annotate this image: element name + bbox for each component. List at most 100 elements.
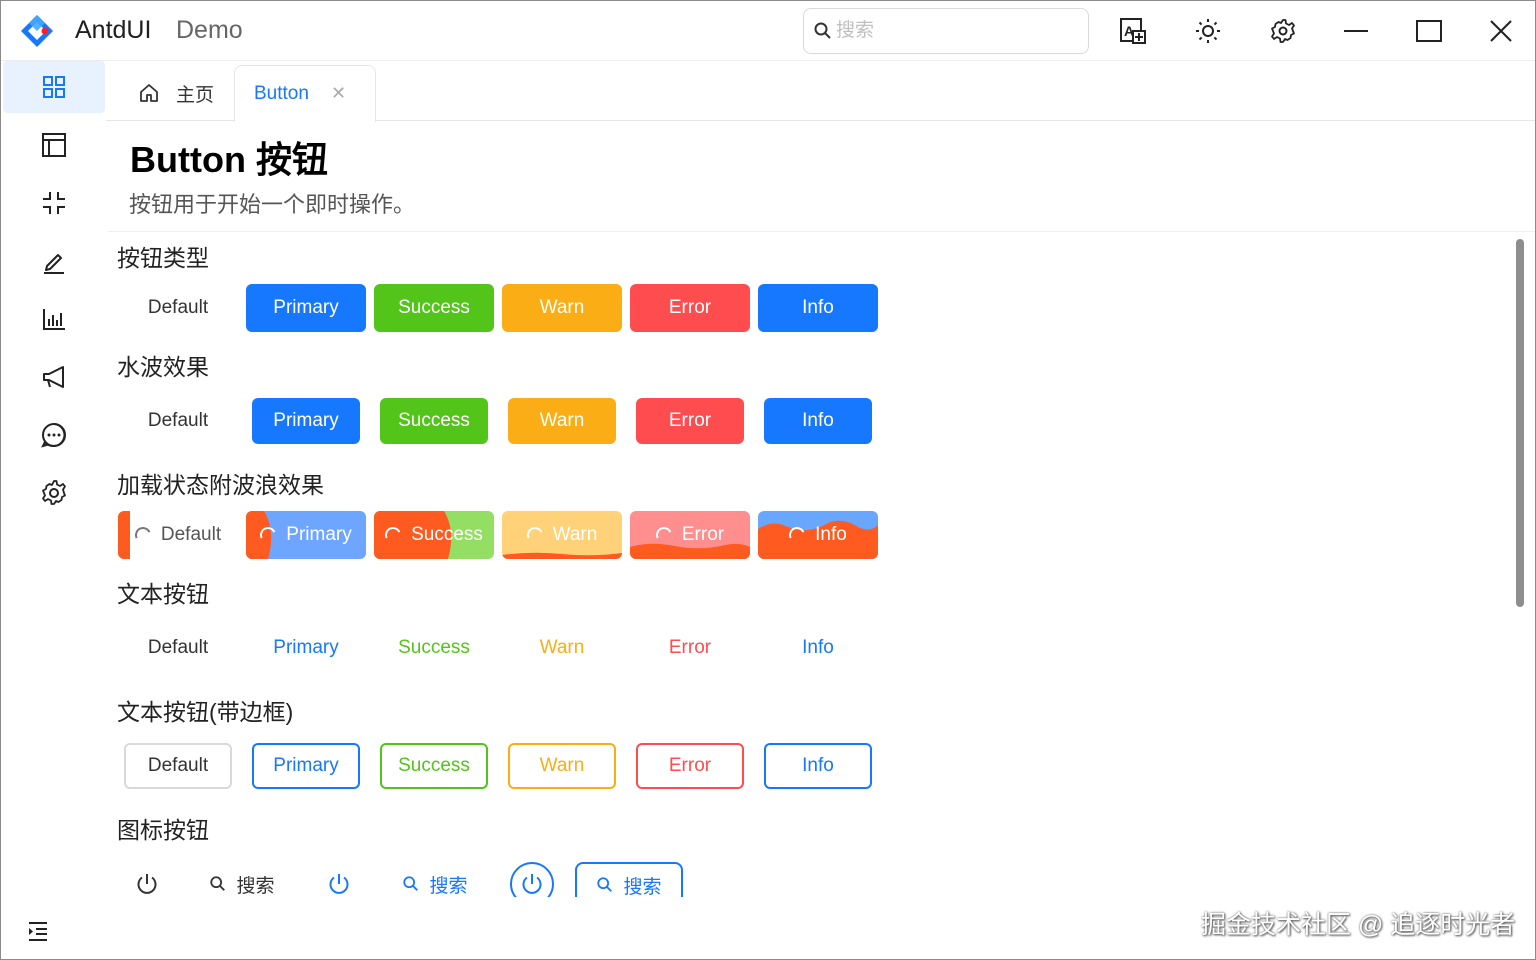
ripple-default-button[interactable]: Default — [124, 398, 232, 444]
loading-warn-button[interactable]: Warn — [502, 511, 622, 559]
search-box[interactable] — [803, 8, 1089, 54]
bordered-default-button[interactable]: Default — [124, 743, 232, 789]
loading-info-button[interactable]: Info — [758, 511, 878, 559]
search-icon — [403, 876, 419, 891]
section-title-bordered: 文本按钮(带边框) — [117, 699, 294, 725]
sidebar-item-layout[interactable] — [3, 119, 105, 171]
section-title-loading: 加载状态附波浪效果 — [117, 472, 324, 498]
minimize-button[interactable] — [1336, 11, 1376, 51]
text-info-button[interactable]: Info — [764, 625, 872, 671]
ripple-primary-button[interactable]: Primary — [252, 398, 360, 444]
text-warn-button[interactable]: Warn — [508, 625, 616, 671]
app-subtitle: Demo — [176, 16, 243, 44]
close-window-button[interactable] — [1481, 11, 1521, 51]
default-button[interactable]: Default — [118, 284, 238, 332]
loading-spinner-icon — [382, 524, 404, 546]
bordered-error-button[interactable]: Error — [636, 743, 744, 789]
ripple-success-button[interactable]: Success — [380, 398, 488, 444]
loading-spinner-icon — [653, 524, 675, 546]
loading-spinner-icon — [524, 524, 545, 546]
text-error-button[interactable]: Error — [636, 625, 744, 671]
sidebar-item-settings[interactable] — [3, 467, 105, 519]
power-primary-button[interactable] — [316, 860, 362, 897]
app-window: AntdUI Demo A — [0, 0, 1536, 960]
primary-button[interactable]: Primary — [246, 284, 366, 332]
settings-button[interactable] — [1263, 11, 1303, 51]
loading-error-label: Error — [681, 524, 725, 545]
bar-chart-icon — [43, 309, 65, 330]
bordered-primary-button[interactable]: Primary — [252, 743, 360, 789]
home-icon — [140, 84, 158, 102]
tab-button-label: Button — [254, 82, 309, 104]
loading-spinner-icon — [132, 524, 154, 546]
ripple-info-button[interactable]: Info — [764, 398, 872, 444]
search-bordered-button-label: 搜索 — [623, 876, 662, 898]
sidebar-item-notification[interactable] — [3, 351, 105, 403]
page-title: Button 按钮 — [130, 139, 328, 180]
bordered-info-button[interactable]: Info — [764, 743, 872, 789]
ripple-warn-button[interactable]: Warn — [508, 398, 616, 444]
search-button[interactable]: 搜索 — [198, 860, 286, 897]
sidebar-item-overview[interactable] — [3, 61, 105, 113]
error-button[interactable]: Error — [630, 284, 750, 332]
power-button[interactable] — [124, 860, 170, 897]
text-success-button[interactable]: Success — [380, 625, 488, 671]
text-primary-button[interactable]: Primary — [252, 625, 360, 671]
search-primary-button-label: 搜索 — [429, 875, 468, 897]
bordered-warn-button[interactable]: Warn — [508, 743, 616, 789]
bordered-success-button[interactable]: Success — [380, 743, 488, 789]
menu-unfold-icon — [29, 922, 47, 941]
loading-default-button[interactable]: Default — [118, 511, 238, 559]
loading-default-label: Default — [160, 524, 222, 545]
tab-close-icon[interactable]: ✕ — [331, 83, 346, 104]
sidebar-item-compress[interactable] — [3, 177, 105, 229]
maximize-button[interactable] — [1409, 11, 1449, 51]
sidebar-item-chart[interactable] — [3, 293, 105, 345]
sidebar-collapse-button[interactable] — [23, 916, 53, 946]
content-area: 按钮类型 Default Primary Success Warn Error … — [108, 232, 1508, 897]
search-icon — [210, 876, 226, 891]
tab-button[interactable]: Button ✕ — [234, 65, 376, 122]
theme-button[interactable] — [1188, 11, 1228, 51]
loading-primary-button[interactable]: Primary — [246, 511, 366, 559]
title-bar: AntdUI Demo A — [1, 1, 1535, 61]
translate-icon: A — [1120, 18, 1146, 44]
sun-icon — [1196, 19, 1220, 43]
compress-icon — [43, 192, 65, 214]
scrollbar-thumb[interactable] — [1516, 239, 1524, 607]
section-title-types: 按钮类型 — [117, 245, 209, 271]
loading-primary-label: Primary — [286, 524, 352, 545]
setting-icon — [42, 480, 66, 505]
translate-button[interactable]: A — [1113, 11, 1153, 51]
power-icon — [329, 874, 349, 894]
warn-button[interactable]: Warn — [502, 284, 622, 332]
power-icon — [522, 874, 542, 894]
maximize-icon — [1416, 20, 1442, 42]
search-icon — [597, 877, 613, 892]
sidebar-item-message[interactable] — [3, 409, 105, 461]
watermark: 掘金技术社区 @ 追逐时光者 — [1201, 911, 1516, 939]
power-circle-button[interactable] — [510, 862, 554, 897]
megaphone-icon — [43, 366, 64, 388]
ripple-error-button[interactable]: Error — [636, 398, 744, 444]
antdui-logo — [21, 15, 53, 47]
success-button[interactable]: Success — [374, 284, 494, 332]
section-title-icon: 图标按钮 — [117, 817, 209, 843]
info-button[interactable]: Info — [758, 284, 878, 332]
search-icon — [814, 22, 831, 39]
loading-error-button[interactable]: Error — [630, 511, 750, 559]
loading-warn-label: Warn — [552, 524, 598, 545]
loading-spinner-icon — [258, 524, 279, 546]
search-bordered-button[interactable]: 搜索 — [575, 862, 683, 897]
tab-home[interactable]: 主页 — [110, 65, 234, 121]
sidebar-item-edit[interactable] — [3, 235, 105, 287]
section-title-text: 文本按钮 — [117, 581, 209, 607]
search-input[interactable] — [836, 17, 1076, 45]
tab-bar: 主页 Button ✕ — [106, 61, 1535, 122]
loading-success-button[interactable]: Success — [374, 511, 494, 559]
app-title: AntdUI — [75, 16, 152, 44]
message-icon — [41, 423, 66, 448]
text-default-button[interactable]: Default — [124, 625, 232, 671]
search-primary-button[interactable]: 搜索 — [391, 860, 479, 897]
loading-info-label: Info — [815, 524, 847, 545]
